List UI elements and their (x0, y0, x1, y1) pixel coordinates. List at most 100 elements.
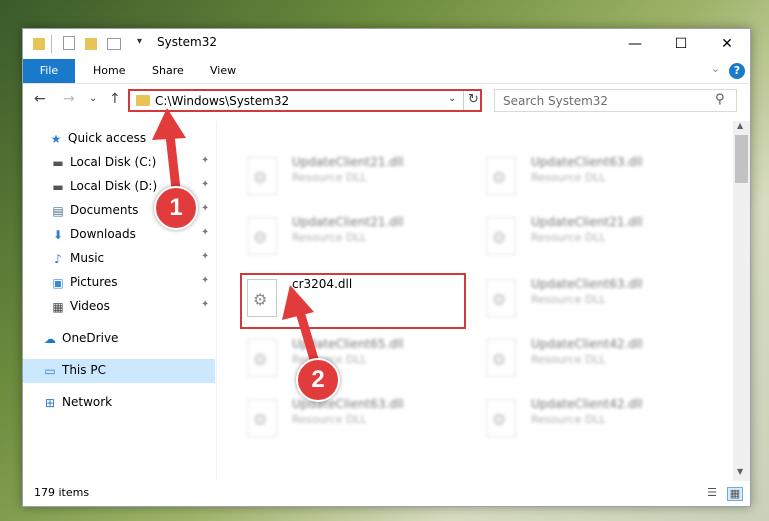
recent-locations-button[interactable]: ⌄ (89, 93, 97, 104)
up-button[interactable]: ↑ (109, 91, 121, 107)
search-icon: ⚲ (715, 92, 725, 107)
sidebar-item-local-disk-c[interactable]: ▬ Local Disk (C:) ✦ (23, 151, 215, 175)
scroll-thumb[interactable] (735, 135, 748, 183)
refresh-icon[interactable]: ↻ (468, 92, 479, 107)
dll-file-icon: ⚙ (247, 399, 277, 437)
help-icon[interactable]: ? (729, 63, 745, 79)
address-bar[interactable]: C:\Windows\System32 ⌄ ↻ (128, 89, 482, 112)
pin-icon: ✦ (201, 227, 210, 238)
sidebar-item-videos[interactable]: ▦ Videos ✦ (23, 295, 215, 319)
new-folder-icon[interactable] (85, 38, 97, 50)
scroll-up-icon[interactable]: ▲ (737, 121, 743, 130)
pin-icon: ✦ (201, 299, 210, 310)
file-type: Resource DLL (531, 293, 606, 306)
customize-toolbar-icon[interactable] (107, 38, 121, 50)
dll-file-icon: ⚙ (486, 339, 516, 377)
back-button[interactable]: ← (34, 91, 46, 107)
expand-ribbon-icon[interactable]: ⌄ (711, 62, 720, 75)
file-name: UpdateClient21.dll (292, 155, 404, 169)
file-item[interactable]: ⚙ UpdateClient42.dll Resource DLL (481, 393, 701, 447)
file-name: UpdateClient21.dll (292, 215, 404, 229)
tab-file[interactable]: File (23, 59, 75, 83)
file-name: UpdateClient21.dll (531, 215, 643, 229)
pin-icon: ✦ (201, 251, 210, 262)
sidebar-item-this-pc[interactable]: ▭ This PC (23, 359, 215, 383)
explorer-window: ▾ System32 — ☐ ✕ File Home Share View ⌄ … (22, 28, 751, 507)
cloud-icon: ☁ (44, 332, 56, 346)
sidebar-item-label: Videos (70, 299, 110, 313)
navigation-bar: ← → ⌄ ↑ C:\Windows\System32 ⌄ ↻ Search S… (23, 84, 750, 118)
sidebar-item-label: Pictures (70, 275, 118, 289)
tab-view[interactable]: View (210, 59, 236, 83)
pin-icon: ✦ (201, 179, 210, 190)
address-dropdown-icon[interactable]: ⌄ (448, 93, 456, 104)
sidebar-item-label: OneDrive (62, 331, 119, 345)
dll-file-icon: ⚙ (247, 217, 277, 255)
large-icons-view-icon[interactable]: ▦ (727, 487, 743, 501)
search-placeholder: Search System32 (503, 94, 609, 108)
properties-icon[interactable] (63, 36, 75, 50)
file-item[interactable]: ⚙ UpdateClient42.dll Resource DLL (481, 333, 701, 387)
step-1-badge: 1 (154, 186, 198, 230)
video-icon: ▦ (52, 300, 64, 314)
dll-file-icon: ⚙ (486, 217, 516, 255)
forward-button[interactable]: → (63, 91, 75, 107)
tab-home[interactable]: Home (93, 59, 125, 83)
file-item[interactable]: ⚙ UpdateClient21.dll Resource DLL (481, 211, 701, 265)
quick-access-dropdown-icon[interactable]: ▾ (137, 36, 142, 54)
gear-icon: ⚙ (492, 290, 507, 309)
sidebar-item-label: Downloads (70, 227, 136, 241)
file-name: UpdateClient63.dll (531, 277, 643, 291)
file-item[interactable]: ⚙ UpdateClient21.dll Resource DLL (242, 211, 462, 265)
drive-icon: ▬ (52, 180, 64, 194)
document-icon: ▤ (52, 204, 64, 218)
dll-file-icon: ⚙ (247, 339, 277, 377)
sidebar-item-music[interactable]: ♪ Music ✦ (23, 247, 215, 271)
file-type: Resource DLL (531, 353, 606, 366)
sidebar-item-onedrive[interactable]: ☁ OneDrive (23, 327, 215, 351)
file-type: Resource DLL (292, 413, 367, 426)
search-input[interactable]: Search System32 ⚲ (494, 89, 737, 112)
minimize-button[interactable]: — (612, 29, 658, 59)
separator (51, 35, 52, 53)
tab-share[interactable]: Share (152, 59, 184, 83)
gear-icon: ⚙ (492, 228, 507, 247)
window-title: System32 (157, 35, 218, 49)
vertical-scrollbar[interactable]: ▲ ▼ (733, 121, 750, 481)
ribbon: File Home Share View ⌄ ? (23, 59, 750, 84)
pin-icon: ✦ (201, 203, 210, 214)
folder-icon (33, 38, 45, 50)
address-path[interactable]: C:\Windows\System32 (155, 94, 289, 108)
dll-file-icon: ⚙ (486, 399, 516, 437)
gear-icon: ⚙ (253, 410, 268, 429)
file-item[interactable]: ⚙ UpdateClient21.dll Resource DLL (242, 151, 462, 205)
gear-icon: ⚙ (253, 228, 268, 247)
details-view-icon[interactable]: ☰ (705, 487, 719, 499)
sidebar-item-label: Local Disk (D:) (70, 179, 158, 193)
sidebar-item-quick-access[interactable]: ★ Quick access (23, 127, 215, 151)
sidebar-item-network[interactable]: ⊞ Network (23, 391, 215, 415)
pictures-icon: ▣ (52, 276, 64, 290)
sidebar-item-label: Music (70, 251, 105, 265)
file-name: UpdateClient42.dll (531, 397, 643, 411)
music-icon: ♪ (54, 252, 62, 266)
file-item[interactable]: ⚙ UpdateClient63.dll Resource DLL (242, 393, 462, 447)
scroll-down-icon[interactable]: ▼ (737, 467, 743, 476)
file-type: Resource DLL (292, 171, 367, 184)
maximize-button[interactable]: ☐ (658, 29, 704, 59)
sidebar-item-label: This PC (62, 363, 106, 377)
close-button[interactable]: ✕ (704, 29, 750, 59)
file-name: UpdateClient65.dll (292, 337, 404, 351)
star-icon: ★ (50, 132, 62, 146)
sidebar-item-pictures[interactable]: ▣ Pictures ✦ (23, 271, 215, 295)
file-item[interactable]: ⚙ UpdateClient65.dll Resource DLL (242, 333, 462, 387)
sidebar-item-label: Quick access (68, 131, 147, 145)
file-item[interactable]: ⚙ UpdateClient63.dll Resource DLL (481, 151, 701, 205)
separator (463, 91, 464, 110)
file-item[interactable]: ⚙ UpdateClient63.dll Resource DLL (481, 273, 701, 327)
sidebar-item-label: Documents (70, 203, 139, 217)
gear-icon: ⚙ (492, 410, 507, 429)
file-type: Resource DLL (531, 231, 606, 244)
drive-icon: ▬ (52, 156, 64, 170)
gear-icon: ⚙ (253, 168, 268, 187)
